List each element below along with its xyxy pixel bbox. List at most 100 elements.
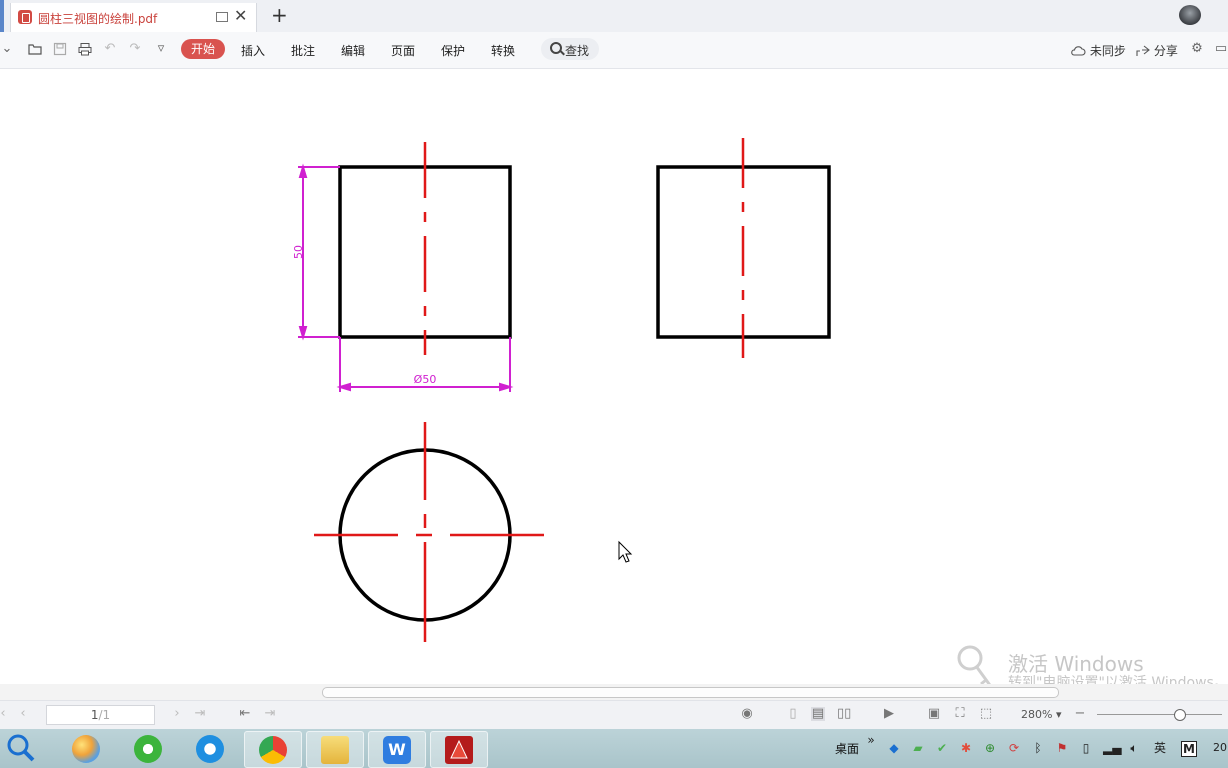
zoom-slider-thumb[interactable] (1174, 709, 1186, 721)
check-shield-icon[interactable]: ✔ (935, 741, 949, 755)
tab-bar: 圆柱三视图的绘制.pdf ✕ + (0, 0, 1228, 33)
taskbar-paint-app[interactable] (58, 731, 114, 766)
single-page-layout-icon[interactable]: ▯ (786, 707, 800, 721)
side-view (656, 138, 831, 358)
share-icon (1136, 45, 1150, 56)
page-total: /1 (98, 708, 111, 722)
menu-annotate[interactable]: 批注 (291, 42, 315, 59)
share-label: 分享 (1153, 44, 1178, 58)
eye-protection-icon[interactable]: ◉ (740, 707, 754, 721)
folder-icon (321, 736, 349, 764)
taskbar-360-browser[interactable] (120, 731, 176, 766)
wps-writer-icon: W (383, 736, 411, 764)
dimension-height-label: 50 (292, 245, 305, 259)
app-tray-icon[interactable]: ✱ (959, 741, 973, 755)
zoom-dropdown-arrow: ▾ (1055, 708, 1062, 721)
close-tab-icon[interactable]: ✕ (234, 7, 247, 25)
taskbar-wps[interactable]: W (368, 731, 426, 768)
page-number-input[interactable]: 1/1 (46, 705, 155, 725)
search-button[interactable]: 查找 (541, 38, 599, 60)
document-tab-title: 圆柱三视图的绘制.pdf (38, 12, 158, 26)
horizontal-scrollbar[interactable] (0, 684, 1228, 700)
play-slideshow-icon[interactable]: ▶ (882, 707, 896, 721)
cloud-icon (1071, 46, 1086, 56)
ime-mode-icon[interactable]: M (1181, 741, 1197, 757)
forward-view-icon[interactable]: ⇥ (263, 707, 277, 721)
menu-convert[interactable]: 转换 (491, 42, 515, 59)
internet-explorer-icon (196, 735, 224, 763)
zoom-slider-track[interactable] (1097, 714, 1222, 715)
paint-palette-icon (72, 735, 100, 763)
undo-icon[interactable]: ↶ (103, 42, 117, 56)
autocad-icon (445, 736, 473, 764)
main-toolbar: ⌄ ↶ ↷ ▿ 开始 插入 批注 编辑 页面 保护 转换 查找 未同步 分享 ⚙… (0, 32, 1228, 69)
sync-label: 未同步 (1089, 44, 1126, 58)
front-view (338, 142, 512, 355)
pdf-file-icon (18, 10, 32, 24)
zoom-level-dropdown[interactable]: 280% ▾ (1021, 708, 1061, 721)
phone-icon[interactable]: ▯ (1079, 741, 1093, 755)
previous-page-icon[interactable]: ‹ (16, 707, 30, 721)
horizontal-scrollbar-thumb[interactable] (322, 687, 1059, 698)
clock[interactable]: 20 (1210, 741, 1228, 755)
menu-start[interactable]: 开始 (181, 39, 225, 59)
user-avatar[interactable] (1179, 5, 1201, 25)
two-page-layout-icon[interactable]: ▯▯ (837, 707, 851, 721)
toolbar-expand-icon[interactable]: » (864, 733, 878, 747)
settings-gear-icon[interactable]: ⚙ (1190, 42, 1204, 56)
top-view (314, 422, 544, 642)
back-view-icon[interactable]: ⇤ (238, 707, 252, 721)
signal-icon[interactable]: ▂▄ (1103, 741, 1121, 755)
document-tab[interactable]: 圆柱三视图的绘制.pdf ✕ (10, 3, 257, 32)
chrome-icon (259, 736, 287, 764)
taskbar-search-button[interactable] (0, 731, 50, 766)
continuous-layout-icon[interactable]: ▤ (811, 707, 825, 721)
save-icon[interactable] (53, 42, 67, 56)
next-page-icon[interactable]: › (170, 707, 184, 721)
search-label: 查找 (565, 44, 590, 58)
zoom-level: 280% (1021, 708, 1053, 721)
network-cube-icon[interactable]: ◆ (887, 741, 901, 755)
desktop-toolbar-label[interactable]: 桌面 (835, 740, 859, 757)
windows-taskbar: W 桌面 » ◆ ▰ ✔ ✱ ⊕ ⟳ ᛒ ⚑ ▯ ▂▄ 🔈︎ 英 M 20 (0, 729, 1228, 768)
zoom-out-icon[interactable]: − (1073, 707, 1087, 721)
dimension-diameter-label: Ø50 (414, 373, 437, 386)
open-folder-icon[interactable] (28, 42, 42, 56)
status-bar: ‹ ‹ 1/1 › ⇥ ⇤ ⇥ ◉ ▯ ▤ ▯▯ ▶ ▣ ⛶ ⬚ 280% ▾ … (0, 700, 1228, 730)
chevron-down-icon[interactable]: ⌄ (0, 42, 14, 56)
tab-strip-left-edge (0, 0, 4, 32)
fit-page-icon[interactable]: ⛶ (953, 707, 967, 721)
menu-protect[interactable]: 保护 (441, 42, 465, 59)
fit-width-icon[interactable]: ⬚ (979, 707, 993, 721)
mouse-cursor (618, 540, 633, 563)
taskbar-autocad[interactable] (430, 731, 488, 768)
first-page-icon[interactable]: ‹ (0, 707, 10, 721)
search-icon (550, 42, 562, 54)
flag-icon[interactable]: ⚑ (1055, 741, 1069, 755)
menu-edit[interactable]: 编辑 (341, 42, 365, 59)
sync-button[interactable]: 未同步 (1070, 42, 1126, 59)
menu-page[interactable]: 页面 (391, 42, 415, 59)
bluetooth-icon[interactable]: ᛒ (1031, 741, 1045, 755)
pin-tab-icon[interactable] (216, 12, 228, 22)
menu-insert[interactable]: 插入 (241, 42, 265, 59)
quick-access-dropdown-icon[interactable]: ▿ (154, 42, 168, 56)
volume-icon[interactable]: 🔈︎ (1127, 741, 1141, 755)
last-page-icon[interactable]: ⇥ (193, 707, 207, 721)
pdf-page-canvas: 50 Ø50 (292, 138, 831, 642)
ime-language-indicator[interactable]: 英 (1153, 741, 1167, 755)
security-tray-icon[interactable]: ⊕ (983, 741, 997, 755)
nvidia-icon[interactable]: ▰ (911, 741, 925, 755)
search-icon (7, 734, 35, 762)
actual-size-icon[interactable]: ▣ (927, 707, 941, 721)
sync-tray-icon[interactable]: ⟳ (1007, 741, 1021, 755)
comment-icon[interactable]: ▭ (1214, 42, 1228, 56)
browser-360-icon (134, 735, 162, 763)
share-button[interactable]: 分享 (1136, 42, 1178, 59)
taskbar-internet-explorer[interactable] (182, 731, 238, 766)
redo-icon[interactable]: ↷ (128, 42, 142, 56)
print-icon[interactable] (78, 42, 92, 56)
new-tab-button[interactable]: + (271, 3, 288, 27)
taskbar-chrome[interactable] (244, 731, 302, 768)
taskbar-file-explorer[interactable] (306, 731, 364, 768)
